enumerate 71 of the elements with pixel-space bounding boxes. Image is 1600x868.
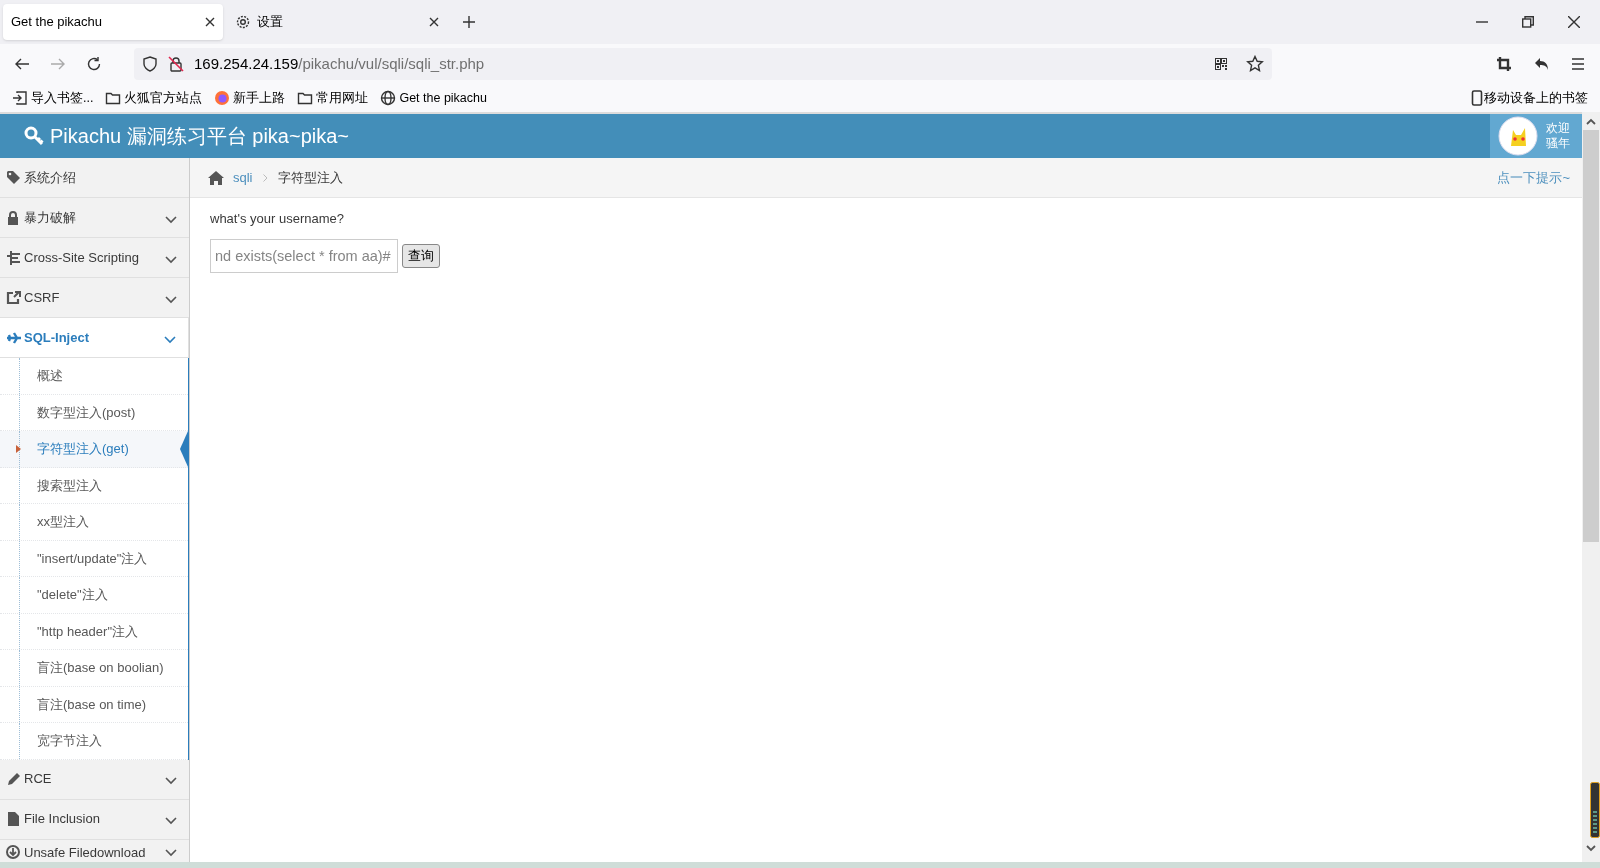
folder-icon — [105, 90, 122, 106]
submenu-item[interactable]: 概述 — [0, 358, 188, 395]
submenu-item[interactable]: 盲注(base on time) — [0, 686, 188, 723]
prompt-text: what's your username? — [210, 210, 345, 228]
close-icon[interactable] — [1568, 16, 1580, 28]
level-meter-icon — [1590, 782, 1600, 838]
submenu-item[interactable]: xx型注入 — [0, 504, 188, 541]
chevron-down-icon — [165, 215, 177, 224]
gear-icon — [235, 14, 251, 30]
welcome-text: 欢迎 — [1546, 121, 1570, 136]
chevron-down-icon — [165, 817, 177, 825]
browser-tab[interactable]: Get the pikachu — [3, 4, 223, 40]
submenu-item[interactable]: "delete"注入 — [0, 577, 188, 614]
welcome-text: 骚年 — [1546, 136, 1570, 151]
import-icon — [12, 90, 28, 106]
chevron-down-icon — [165, 777, 177, 785]
new-tab-icon[interactable] — [463, 16, 475, 28]
download-icon — [6, 844, 22, 861]
submenu-item[interactable]: 搜索型注入 — [0, 467, 188, 504]
insecure-lock-icon — [168, 56, 184, 72]
submenu-item[interactable]: 宽字节注入 — [0, 723, 188, 760]
chevron-right-icon — [262, 173, 268, 182]
scrollbar[interactable] — [1582, 112, 1600, 862]
avatar-icon — [1498, 116, 1538, 156]
address-bar[interactable]: 169.254.24.159/pikachu/vul/sqli/sqli_str.php — [134, 48, 1272, 80]
reload-icon[interactable] — [86, 56, 102, 72]
crop-icon[interactable] — [1496, 56, 1512, 72]
bookmark-item[interactable]: 移动设备上的书签 — [1471, 88, 1588, 108]
sidebar-item[interactable]: SQL-Inject — [0, 318, 189, 358]
bookmark-item[interactable]: 火狐官方站点 — [105, 88, 203, 108]
submenu-item[interactable]: 字符型注入(get) — [0, 431, 188, 468]
close-icon[interactable] — [429, 17, 439, 27]
home-icon — [207, 169, 225, 186]
bookmark-item[interactable]: 新手上路 — [214, 88, 286, 108]
breadcrumb-current: 字符型注入 — [277, 168, 344, 187]
phone-icon — [1471, 90, 1483, 106]
menu-icon[interactable] — [1570, 56, 1586, 72]
site-title: Pikachu 漏洞练习平台 pika~pika~ — [50, 124, 350, 149]
shield-icon — [142, 56, 158, 72]
key-icon — [24, 126, 44, 146]
query-button[interactable]: 查询 — [402, 243, 440, 268]
bookmark-star-icon[interactable] — [1246, 55, 1264, 73]
chevron-down-icon — [165, 295, 177, 304]
qr-code-icon[interactable] — [1215, 57, 1228, 71]
file-icon — [6, 811, 22, 827]
browser-tab[interactable]: 设置 — [227, 4, 447, 40]
close-icon[interactable] — [205, 17, 215, 27]
bookmark-item[interactable]: Get the pikachu — [380, 88, 487, 108]
scroll-up-icon — [1586, 118, 1596, 126]
globe-icon — [380, 90, 397, 106]
bookmark-item[interactable]: 常用网址 — [297, 88, 369, 108]
undo-icon[interactable] — [1534, 56, 1550, 72]
back-icon[interactable] — [14, 56, 30, 72]
caret-right-icon — [16, 445, 21, 453]
share-icon — [6, 289, 22, 306]
tag-icon — [6, 169, 22, 186]
submenu-item[interactable]: "http header"注入 — [0, 613, 188, 650]
submenu-item[interactable]: "insert/update"注入 — [0, 540, 188, 577]
chevron-down-icon — [165, 255, 177, 264]
pencil-icon — [6, 771, 22, 787]
firefox-icon — [214, 90, 231, 106]
scroll-down-icon — [1586, 844, 1596, 852]
url-text: 169.254.24.159/pikachu/vul/sqli/sqli_str.php — [194, 53, 486, 74]
chevron-down-icon — [165, 848, 177, 857]
bookmark-item[interactable]: 导入书签... — [12, 88, 94, 108]
list-tree-icon — [6, 249, 22, 266]
restore-icon[interactable] — [1522, 16, 1534, 28]
chevron-down-icon — [164, 335, 176, 344]
folder-icon — [297, 90, 314, 106]
submenu-item[interactable]: 盲注(base on boolian) — [0, 650, 188, 687]
username-field[interactable]: nd exists(select * from aa)# — [210, 238, 398, 273]
